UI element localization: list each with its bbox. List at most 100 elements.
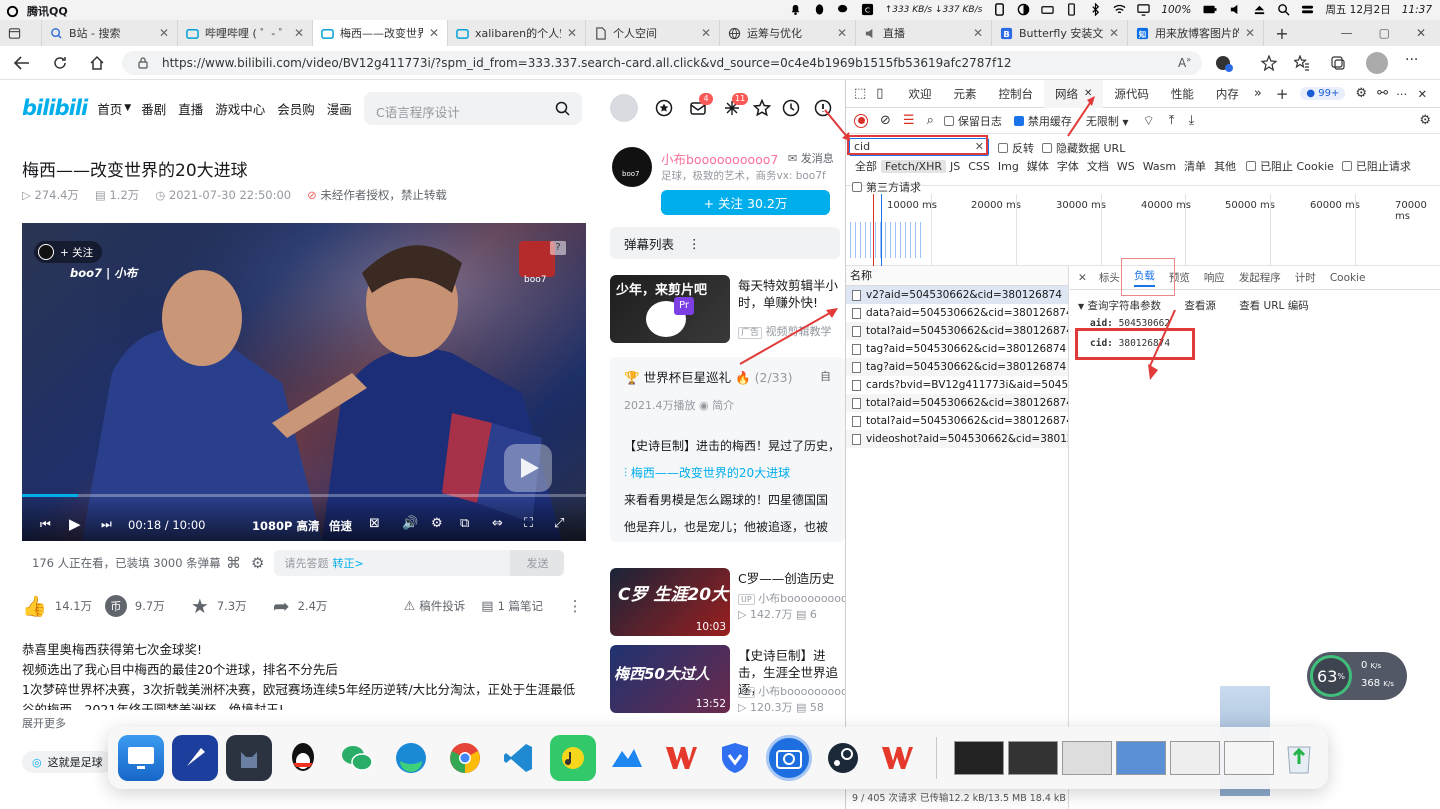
blocked-request-checkbox[interactable]: 已阻止请求: [1341, 158, 1411, 174]
fullscreen-icon[interactable]: ⤢: [554, 516, 564, 531]
volume-icon[interactable]: 🔊: [402, 516, 418, 531]
request-row[interactable]: total?aid=504530662&cid=380126874&bv...: [846, 394, 1068, 412]
keyboard-icon[interactable]: [1041, 3, 1054, 16]
inspect-element-icon[interactable]: ⬚: [854, 86, 866, 101]
active-app[interactable]: 腾讯QQ: [6, 3, 68, 19]
bell-icon[interactable]: [789, 3, 802, 16]
tab-console[interactable]: 控制台: [987, 80, 1044, 108]
launcher-app-icon[interactable]: [118, 735, 164, 781]
battery-icon[interactable]: [1202, 3, 1218, 16]
recent-window-thumbnail[interactable]: [1224, 741, 1274, 775]
recent-window-thumbnail[interactable]: [1008, 741, 1058, 775]
prev-icon[interactable]: ⏮: [40, 517, 51, 532]
subtitle-icon[interactable]: ⊠: [369, 516, 380, 531]
tab-elements[interactable]: 元素: [942, 80, 987, 108]
history-clock-icon[interactable]: [782, 99, 800, 117]
qs-section-header[interactable]: ▼ 查询字符串参数 查看源 查看 URL 编码: [1078, 298, 1309, 313]
topic-tag[interactable]: ◎ 这就是足球: [22, 751, 113, 773]
type-css[interactable]: CSS: [964, 160, 994, 173]
recent-window-thumbnail[interactable]: [1116, 741, 1166, 775]
close-tab-icon[interactable]: ✕: [1084, 88, 1092, 99]
request-row[interactable]: cards?bvid=BV12g411773i&aid=50453066...: [846, 376, 1068, 394]
music-app-icon[interactable]: [550, 735, 596, 781]
view-source-link[interactable]: 查看源: [1184, 300, 1216, 312]
contrast-icon[interactable]: [1017, 3, 1030, 16]
settings-gear-icon[interactable]: ⚙: [1355, 86, 1367, 101]
hide-data-url-checkbox[interactable]: 隐藏数据 URL: [1042, 140, 1125, 156]
type-all[interactable]: 全部: [851, 158, 881, 174]
type-fetch-xhr[interactable]: Fetch/XHR: [881, 159, 946, 173]
tab-close-icon[interactable]: ✕: [159, 26, 169, 40]
type-js[interactable]: JS: [946, 160, 964, 173]
rec-up[interactable]: UP 小布boooooooooo7: [738, 590, 845, 606]
collections-icon[interactable]: [1330, 55, 1346, 71]
screen-mirror-icon[interactable]: [1137, 3, 1150, 16]
send-message-link[interactable]: ✉ 发消息: [788, 150, 834, 166]
settings-gear-icon[interactable]: ⚙: [431, 516, 443, 531]
series-item[interactable]: 【史诗巨制】进击的梅西！晃过了历史，: [624, 437, 839, 454]
recent-window-thumbnail[interactable]: [1062, 741, 1112, 775]
qq-app-icon[interactable]: [280, 735, 326, 781]
bluetooth-icon[interactable]: [1089, 3, 1102, 16]
network-settings-icon[interactable]: ⚙: [1419, 113, 1431, 128]
star-outline-icon[interactable]: [1261, 55, 1277, 71]
import-har-icon[interactable]: ⤒: [1169, 113, 1175, 128]
vscode-app-icon[interactable]: [496, 735, 542, 781]
more-tabs-icon[interactable]: »: [1254, 86, 1262, 101]
detail-tab-initiator[interactable]: 发起程序: [1239, 270, 1281, 285]
type-font[interactable]: 字体: [1053, 158, 1083, 174]
danmaku-settings-icon[interactable]: ⚙: [251, 554, 264, 572]
export-har-icon[interactable]: ⤓: [1188, 113, 1194, 128]
back-arrow-icon[interactable]: [14, 56, 30, 70]
refresh-icon[interactable]: [52, 55, 68, 71]
qualify-link[interactable]: 转正>: [332, 555, 363, 571]
chrome-app-icon[interactable]: [442, 735, 488, 781]
tab-bilibili-home[interactable]: 哔哩哔哩 ( ゜- ゜)つロ ✕: [178, 20, 313, 46]
customize-icon[interactable]: ⚯: [1377, 86, 1388, 101]
speed-selector[interactable]: 倍速: [329, 518, 352, 534]
tab-actions-button[interactable]: [0, 20, 42, 46]
notes-link[interactable]: 1 篇笔记: [498, 598, 568, 614]
wechat-app-icon[interactable]: [334, 735, 380, 781]
network-conditions-icon[interactable]: ⌔: [1143, 113, 1155, 129]
bilibili-logo[interactable]: bilibili: [22, 96, 88, 120]
series-item[interactable]: 来看看男模是怎么踢球的！四星德国国: [624, 491, 839, 508]
tab-sources[interactable]: 源代码: [1103, 80, 1160, 108]
volume-icon[interactable]: [1229, 3, 1242, 16]
shield-app-icon[interactable]: [712, 735, 758, 781]
tab-welcome[interactable]: 欢迎: [897, 80, 942, 108]
danmaku-input[interactable]: 请先答题 转正> 发送: [274, 550, 565, 576]
tab-performance[interactable]: 性能: [1160, 80, 1205, 108]
new-tab-button[interactable]: +: [1264, 20, 1300, 46]
nav-game[interactable]: 游戏中心: [215, 99, 265, 118]
screenshot-app-icon[interactable]: [766, 735, 812, 781]
pip-icon[interactable]: ⧉: [460, 516, 469, 531]
nav-anime[interactable]: 番剧: [141, 99, 166, 118]
recent-window-thumbnail[interactable]: [954, 741, 1004, 775]
type-media[interactable]: 媒体: [1023, 158, 1053, 174]
series-item-active[interactable]: ⫶ 梅西——改变世界的20大进球: [624, 464, 839, 481]
throttling-select[interactable]: 无限制 ▼: [1086, 113, 1129, 129]
name-column-header[interactable]: 名称: [846, 266, 1068, 286]
coin-icon[interactable]: 币: [104, 595, 127, 617]
detail-tab-response[interactable]: 响应: [1204, 270, 1225, 285]
user-avatar[interactable]: [610, 94, 638, 122]
minimize-icon[interactable]: —: [1341, 26, 1353, 40]
request-row[interactable]: total?aid=504530662&cid=380126874&bv...: [846, 322, 1068, 340]
close-detail-icon[interactable]: ✕: [1078, 272, 1087, 284]
fav-star-icon[interactable]: ★: [191, 594, 209, 618]
add-panel-icon[interactable]: +: [1276, 85, 1289, 103]
tab-personal-space[interactable]: 个人空间 ✕: [586, 20, 720, 46]
tab-close-icon[interactable]: ✕: [973, 26, 983, 40]
wps-app-icon[interactable]: [658, 735, 704, 781]
request-row[interactable]: tag?aid=504530662&cid=380126874: [846, 340, 1068, 358]
issues-badge[interactable]: ● 99+: [1300, 87, 1346, 100]
tab-live[interactable]: 直播 ✕: [856, 20, 992, 46]
tab-network[interactable]: 网络 ✕: [1043, 80, 1104, 108]
danmaku-toggle-icon[interactable]: ⌘: [226, 554, 241, 572]
tab-bilibili-search[interactable]: B站 - 搜索 ✕: [42, 20, 178, 46]
send-danmaku-button[interactable]: 发送: [510, 550, 565, 576]
auto-play-toggle[interactable]: 自: [820, 368, 831, 384]
up-name[interactable]: 小布boooooooooo7: [661, 149, 783, 168]
rec-up[interactable]: UP 小布boooooooooo7: [738, 683, 845, 699]
